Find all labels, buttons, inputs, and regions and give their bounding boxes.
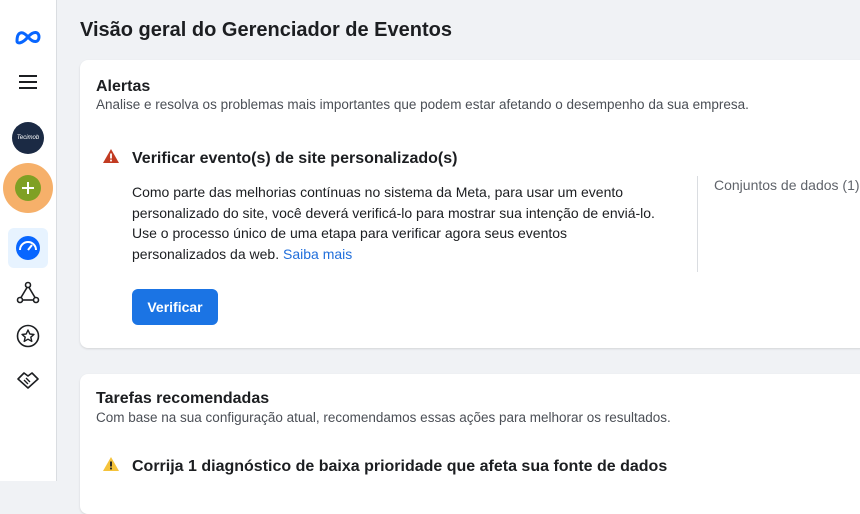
tasks-title: Tarefas recomendadas: [96, 390, 270, 407]
menu-icon[interactable]: [8, 62, 48, 102]
add-button[interactable]: [3, 163, 53, 213]
alert-body-text: Como parte das melhorias contínuas no si…: [132, 184, 655, 262]
alerts-title: Alertas: [96, 78, 151, 95]
dataset-count-label[interactable]: Conjuntos de dados (1): [714, 177, 860, 193]
sidebar: Tecimob: [0, 0, 57, 481]
verify-button[interactable]: Verificar: [132, 289, 218, 325]
alerts-subtitle: Analise e resolva os problemas mais impo…: [96, 97, 749, 112]
alert-description: Como parte das melhorias contínuas no si…: [132, 182, 660, 264]
alert-header: Verificar evento(s) de site personalizad…: [102, 148, 457, 169]
alerts-card: Alertas Analise e resolva os problemas m…: [80, 60, 860, 348]
meta-logo-icon[interactable]: [8, 17, 48, 57]
warning-icon: [102, 456, 120, 477]
task-title: Corrija 1 diagnóstico de baixa prioridad…: [132, 457, 668, 475]
overview-icon[interactable]: [8, 228, 48, 268]
avatar: Tecimob: [12, 122, 44, 154]
tasks-subtitle: Com base na sua configuração atual, reco…: [96, 410, 671, 425]
add-icon: [15, 175, 41, 201]
divider: [697, 176, 698, 272]
task-header: Corrija 1 diagnóstico de baixa prioridad…: [102, 456, 667, 477]
account-avatar[interactable]: Tecimob: [8, 118, 48, 158]
connections-icon[interactable]: [8, 273, 48, 313]
error-warning-icon: [102, 148, 120, 169]
page-title: Visão geral do Gerenciador de Eventos: [80, 19, 452, 41]
partner-icon[interactable]: [8, 360, 48, 400]
star-icon[interactable]: [8, 316, 48, 356]
alert-title: Verificar evento(s) de site personalizad…: [132, 149, 458, 167]
tasks-card: Tarefas recomendadas Com base na sua con…: [80, 374, 860, 514]
learn-more-link[interactable]: Saiba mais: [283, 246, 352, 262]
